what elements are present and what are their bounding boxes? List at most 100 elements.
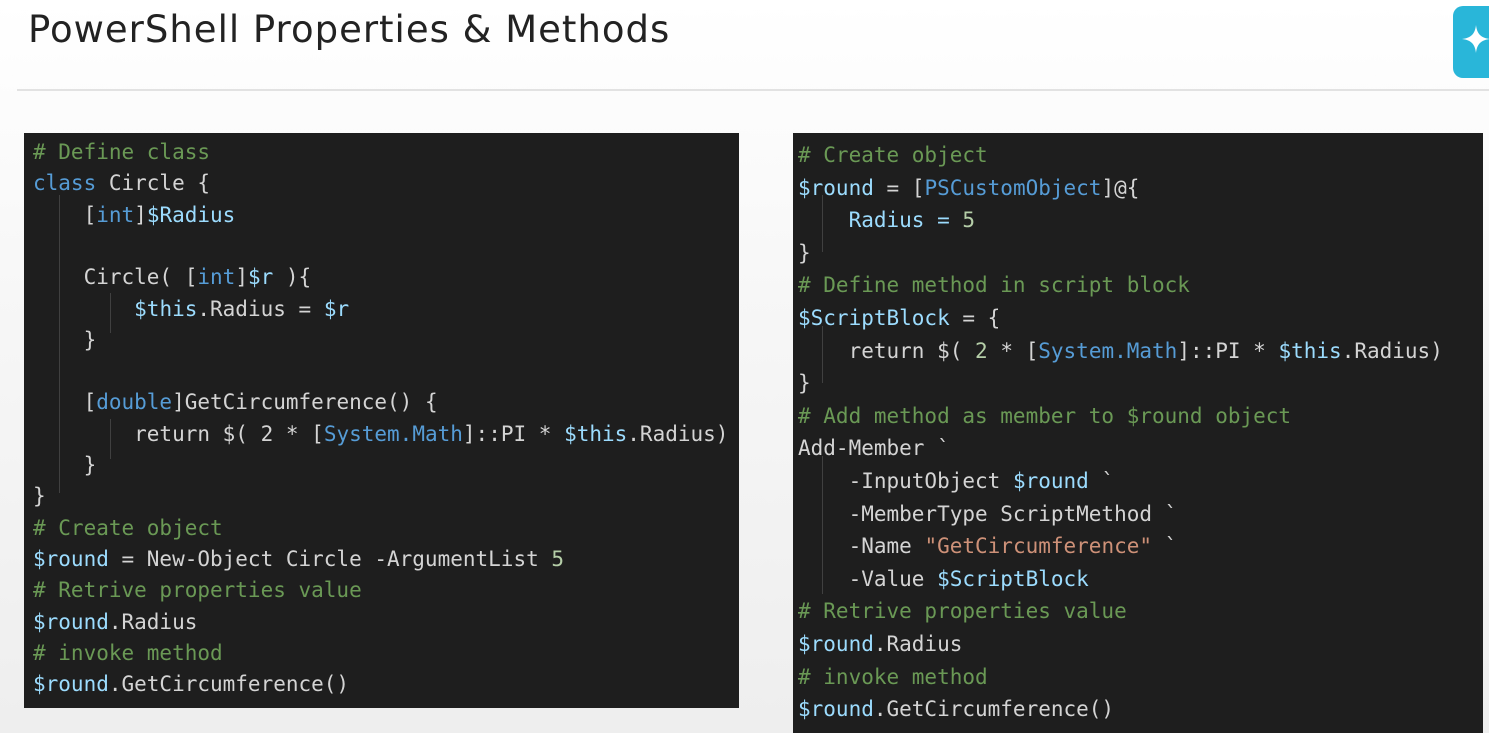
code-token: -InputObject — [798, 469, 1013, 493]
code-token: * [ — [273, 421, 324, 446]
code-token: .GetCircumference() — [873, 697, 1115, 722]
code-token: # Define method in script block — [798, 273, 1190, 298]
code-token: class — [33, 171, 109, 196]
code-token: ]::PI * — [462, 421, 565, 446]
code-token: .Radius = — [197, 296, 324, 321]
code-token: } — [798, 371, 811, 396]
code-token: ]::PI * — [1177, 338, 1279, 363]
slide-title: PowerShell Properties & Methods — [28, 8, 671, 51]
code-token: int — [197, 265, 236, 290]
code-token: ` — [1088, 469, 1115, 493]
code-token: } — [33, 484, 46, 509]
code-token: = [ — [873, 175, 925, 200]
code-line: # Retrive properties value — [798, 597, 1127, 625]
code-line: # invoke method — [798, 663, 988, 691]
code-line: } — [798, 369, 811, 397]
code-line: $ScriptBlock = { — [798, 304, 1000, 332]
code-token: $this — [564, 421, 628, 446]
code-token: # invoke method — [798, 664, 988, 689]
code-token: .Radius) — [627, 421, 729, 446]
code-token: # invoke method — [33, 640, 223, 665]
code-line: -InputObject $round ` — [798, 467, 1115, 495]
code-token: = New-Object Circle -ArgumentList — [108, 546, 552, 571]
code-token: $round — [798, 697, 874, 722]
code-token: Add-Member ` — [798, 436, 950, 461]
code-line: } — [33, 326, 97, 354]
code-token: ]@{ — [1101, 175, 1140, 200]
code-token: .GetCircumference() — [108, 672, 350, 697]
code-token: $r — [247, 265, 274, 290]
code-token: $round — [33, 672, 109, 697]
code-token: $ScriptBlock — [937, 566, 1089, 591]
code-line: # Create object — [798, 141, 988, 169]
code-token: ){ — [273, 265, 312, 290]
code-token: System.Math — [323, 421, 463, 446]
code-token: ]GetCircumference() { — [172, 390, 438, 415]
code-line: $round.Radius — [33, 608, 197, 636]
code-token: Circle { — [108, 171, 211, 196]
code-line: -Name "GetCircumference" ` — [798, 532, 1178, 560]
code-token: $round — [33, 609, 109, 634]
code-line: Circle( [int]$r ){ — [33, 263, 312, 291]
code-line: } — [33, 482, 46, 510]
code-token: $this — [1278, 338, 1342, 363]
code-token: $( — [222, 421, 248, 446]
code-line: # Retrive properties value — [33, 576, 362, 604]
code-line: Add-Member ` — [798, 434, 950, 462]
code-token: $round — [1012, 469, 1089, 493]
code-token: # Retrive properties value — [798, 599, 1127, 624]
code-line: -Value $ScriptBlock — [798, 565, 1089, 593]
code-token: $ScriptBlock — [798, 306, 950, 330]
code-line: $round.GetCircumference() — [798, 695, 1114, 723]
code-token: PSCustomObject — [924, 175, 1102, 200]
code-token: # Define class — [33, 140, 211, 164]
code-token: # Retrive properties value — [33, 578, 362, 603]
code-line: return $( 2 * [System.Math]::PI * $this.… — [33, 420, 728, 448]
code-token: $Radius — [146, 202, 236, 227]
title-divider — [17, 89, 1489, 91]
code-token: ` — [1152, 534, 1178, 559]
code-token: 2 — [962, 338, 988, 363]
code-line: # invoke method — [33, 639, 223, 667]
code-line: # Define class — [33, 138, 210, 166]
code-line: Radius = 5 — [798, 206, 975, 234]
code-line: $round.GetCircumference() — [33, 670, 349, 698]
code-line: [int]$Radius — [33, 201, 236, 229]
sparkle-icon — [1462, 25, 1489, 53]
code-line: # Add method as member to $round object — [798, 402, 1291, 430]
code-token: -MemberType ScriptMethod ` — [798, 501, 1178, 526]
code-token: return — [798, 338, 938, 363]
code-token: } — [798, 240, 811, 265]
code-token: .Radius — [873, 632, 963, 656]
code-token: Circle( [ — [33, 265, 198, 290]
code-token: # Create object — [798, 143, 988, 167]
code-token: = { — [949, 306, 1001, 330]
code-panel-scriptblock-example[interactable]: # Create object $round = [PSCustomObject]… — [793, 133, 1483, 733]
code-line: $this.Radius = $r — [33, 295, 349, 323]
code-token: double — [96, 390, 173, 415]
code-token: * [ — [987, 338, 1039, 363]
code-token: -Value — [798, 566, 938, 591]
code-token: $( — [937, 338, 963, 363]
code-line: } — [33, 451, 97, 479]
code-token: $this — [134, 296, 198, 321]
code-panel-class-example[interactable]: # Define class class Circle { [int]$Radiu… — [24, 133, 739, 708]
code-token: $r — [323, 296, 350, 321]
code-token: [ — [33, 202, 97, 227]
code-token: -Name — [798, 534, 925, 559]
assistant-button[interactable] — [1453, 6, 1489, 78]
code-token: int — [96, 202, 135, 227]
code-line: $round.Radius — [798, 630, 962, 658]
code-token: $round — [798, 632, 874, 656]
code-token: } — [33, 453, 97, 477]
code-token: $round — [798, 175, 874, 200]
code-line: [double]GetCircumference() { — [33, 388, 438, 416]
code-line: } — [798, 239, 811, 267]
code-token: Radius = — [798, 208, 963, 233]
code-token: ] — [134, 202, 147, 227]
code-line: return $( 2 * [System.Math]::PI * $this.… — [798, 337, 1443, 365]
code-line: -MemberType ScriptMethod ` — [798, 500, 1178, 528]
code-token: # Add method as member to $round object — [798, 403, 1292, 428]
code-token: return — [33, 421, 223, 446]
